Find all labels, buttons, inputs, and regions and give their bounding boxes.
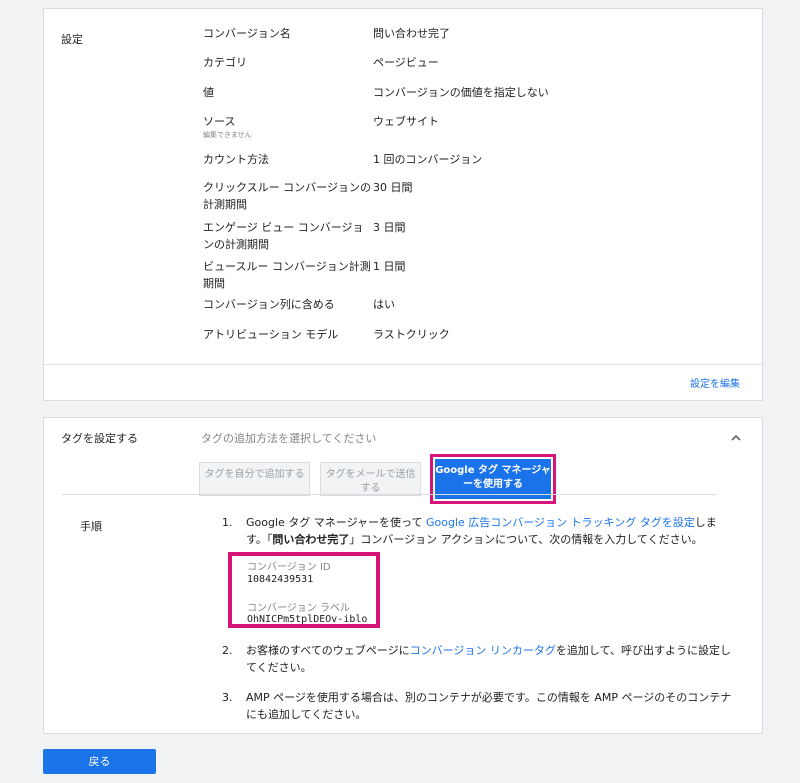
step-1-text: Google タグ マネージャーを使って Google 広告コンバージョン トラ… [246, 514, 736, 548]
row-label-attribution-model: アトリビューション モデル [203, 328, 339, 341]
row-label-source-note: 編集できません [203, 131, 252, 139]
step-2-text-a: お客様のすべてのウェブページに [246, 644, 410, 657]
row-label-source: ソース 編集できません [203, 113, 373, 140]
row-value-include-in-conversions: はい [373, 298, 395, 311]
tab-add-tag-yourself[interactable]: タグを自分で追加する [199, 462, 310, 496]
tag-section-label: タグを設定する [61, 432, 138, 445]
tag-setup-card: タグを設定する タグの追加方法を選択してください タグを自分で追加する タグをメ… [43, 417, 763, 734]
conversion-id-label: コンバージョン ID [247, 562, 331, 573]
row-label-category: カテゴリ [203, 56, 247, 69]
tab-highlight-frame: Google タグ マネージャーを使用する [430, 454, 556, 504]
row-label-count-method: カウント方法 [203, 153, 269, 166]
row-label-value: 値 [203, 86, 214, 99]
step-1-text-c: 」コンバージョン アクションについて、次の情報を入力してください。 [349, 533, 703, 546]
row-value-view-through-window: 1 日間 [373, 260, 406, 273]
tab-divider [62, 494, 717, 495]
step-3-text: AMP ページを使用する場合は、別のコンテナが必要です。この情報を AMP ペー… [246, 691, 732, 721]
conversion-id-value: 10842439531 [247, 574, 314, 585]
settings-card: 設定 コンバージョン名 問い合わせ完了 カテゴリ ページビュー 値 コンバージョ… [43, 8, 763, 401]
edit-settings-link[interactable]: 設定を編集 [690, 375, 740, 390]
step-2-number: 2. [222, 644, 233, 657]
row-value-click-through-window: 30 日間 [373, 181, 413, 194]
settings-section-label: 設定 [61, 33, 83, 46]
step-1-number: 1. [222, 516, 233, 529]
settings-divider [44, 364, 762, 365]
row-label-click-through-window: クリックスルー コンバージョンの計測期間 [203, 181, 371, 211]
row-value-value: コンバージョンの価値を指定しない [373, 86, 549, 99]
back-button[interactable]: 戻る [43, 749, 156, 774]
row-value-category: ページビュー [373, 56, 439, 69]
step-3: 3. AMP ページを使用する場合は、別のコンテナが必要です。この情報を AMP… [222, 689, 752, 729]
row-label-source-text: ソース [203, 115, 236, 128]
step-2: 2. お客様のすべてのウェブページにコンバージョン リンカータグを追加して、呼び… [222, 642, 752, 682]
steps-label: 手順 [80, 520, 102, 533]
step-3-number: 3. [222, 691, 233, 704]
step-2-text: お客様のすべてのウェブページにコンバージョン リンカータグを追加して、呼び出すよ… [246, 642, 736, 676]
conversion-label-label: コンバージョン ラベル [247, 603, 350, 614]
tag-method-placeholder: タグの追加方法を選択してください [201, 432, 377, 445]
row-label-engaged-view-window: エンゲージ ビュー コンバージョンの計測期間 [203, 221, 364, 251]
row-label-view-through-window: ビュースルー コンバージョン計測期間 [203, 260, 371, 290]
row-value-attribution-model: ラストクリック [373, 328, 450, 341]
row-value-engaged-view-window: 3 日間 [373, 221, 406, 234]
step-1-conversion-name: 問い合わせ完了 [272, 533, 350, 546]
tab-email-tag[interactable]: タグをメールで送信する [320, 462, 421, 496]
step-1-text-a: Google タグ マネージャーを使って [246, 516, 426, 529]
row-value-conversion-name: 問い合わせ完了 [373, 27, 450, 40]
step-1: 1. Google タグ マネージャーを使って Google 広告コンバージョン… [222, 514, 752, 554]
row-label-include-in-conversions: コンバージョン列に含める [203, 298, 335, 311]
chevron-up-icon[interactable] [730, 432, 742, 444]
row-value-source: ウェブサイト [373, 115, 439, 128]
conversion-linker-tag-link[interactable]: コンバージョン リンカータグ [410, 644, 556, 657]
setup-conversion-tracking-link[interactable]: Google 広告コンバージョン トラッキング タグを設定 [426, 516, 695, 529]
tab-use-google-tag-manager[interactable]: Google タグ マネージャーを使用する [435, 459, 551, 499]
row-value-count-method: 1 回のコンバージョン [373, 153, 483, 166]
row-label-conversion-name: コンバージョン名 [203, 27, 291, 40]
conversion-label-value: OhNICPm5tplDEOv-iblo [247, 614, 368, 625]
